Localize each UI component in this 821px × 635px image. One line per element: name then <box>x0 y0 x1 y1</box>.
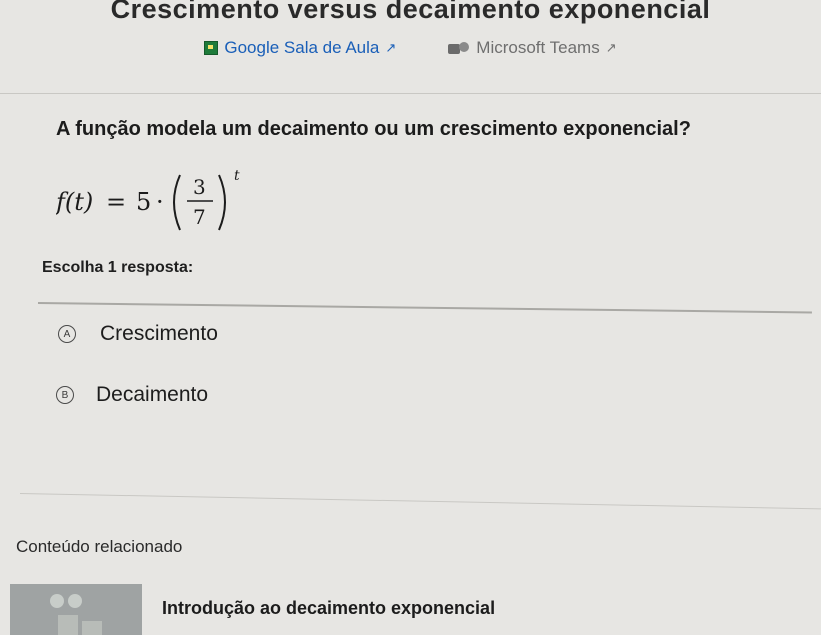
related-content-title: Conteúdo relacionado <box>16 537 183 556</box>
formula-dot: · <box>156 188 164 216</box>
related-item-link[interactable]: Introdução ao decaimento exponencial <box>162 598 495 619</box>
formula-lhs: f(t) <box>56 188 93 216</box>
formula-exponent: t <box>234 168 240 184</box>
answer-prompt: Escolha 1 resposta: <box>42 259 194 276</box>
option-a-label: Crescimento <box>100 322 218 345</box>
answer-divider <box>37 302 812 314</box>
video-thumbnail[interactable] <box>10 584 142 635</box>
microsoft-teams-link[interactable]: Microsoft Teams ↗ <box>448 38 617 58</box>
external-link-icon: ↗ <box>605 40 617 55</box>
external-link-icon: ↗ <box>385 40 397 55</box>
formula-right-paren <box>218 174 226 231</box>
google-classroom-label: Google Sala de Aula <box>224 38 380 57</box>
microsoft-teams-label: Microsoft Teams <box>476 38 600 57</box>
share-row: Google Sala de Aula ↗ Microsoft Teams ↗ <box>0 38 821 58</box>
question-text: A função modela um decaimento ou um cres… <box>56 118 691 140</box>
option-b-label: Decaimento <box>96 383 209 406</box>
formula-denominator: 7 <box>193 205 206 229</box>
thumbnail-block-2 <box>82 621 102 635</box>
formula-left-paren <box>173 174 181 231</box>
option-a-radio[interactable]: A <box>58 325 76 343</box>
option-b-radio[interactable]: B <box>56 386 74 404</box>
formula-coefficient: 5 <box>136 188 151 216</box>
google-classroom-link[interactable]: Google Sala de Aula ↗ <box>204 38 396 58</box>
page-title: Crescimento versus decaimento exponencia… <box>110 0 711 24</box>
formula-equals: = <box>106 188 126 216</box>
formula: f(t) = 5 · 3 7 t <box>56 168 240 231</box>
related-divider <box>19 493 821 510</box>
microsoft-teams-icon <box>448 42 470 54</box>
header-divider <box>0 93 821 94</box>
thumbnail-block-1 <box>58 615 78 635</box>
formula-numerator: 3 <box>193 175 206 199</box>
answer-option-a[interactable]: A Crescimento <box>58 322 218 346</box>
answer-option-b[interactable]: B Decaimento <box>56 383 208 407</box>
thumbnail-circle-1 <box>50 594 64 608</box>
thumbnail-circle-2 <box>68 594 82 608</box>
google-classroom-icon <box>204 41 219 55</box>
